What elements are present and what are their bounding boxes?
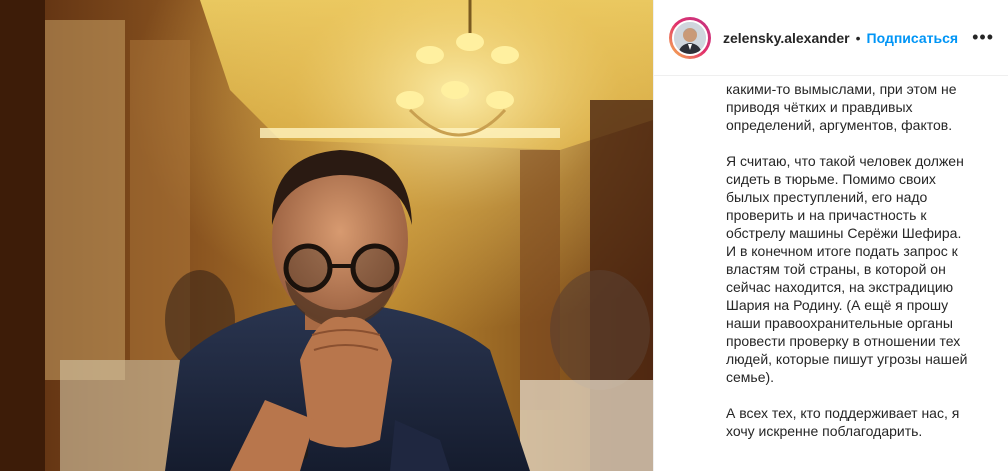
more-options-icon[interactable]: ••• [972, 28, 994, 46]
post-header: zelensky.alexander • Подписаться ••• [654, 0, 1008, 76]
avatar[interactable] [669, 16, 711, 59]
username-link[interactable]: zelensky.alexander [723, 30, 850, 46]
profile-avatar-icon [672, 19, 708, 56]
post-caption: какими-то вымыслами, при этом не приводя… [726, 81, 968, 439]
separator-dot: • [855, 29, 861, 46]
instagram-post: zelensky.alexander • Подписаться ••• как… [0, 0, 1008, 471]
follow-button[interactable]: Подписаться [867, 30, 959, 46]
restaurant-portrait-image [0, 0, 653, 471]
post-photo[interactable] [0, 0, 653, 471]
post-side-panel: zelensky.alexander • Подписаться ••• как… [653, 0, 1008, 471]
